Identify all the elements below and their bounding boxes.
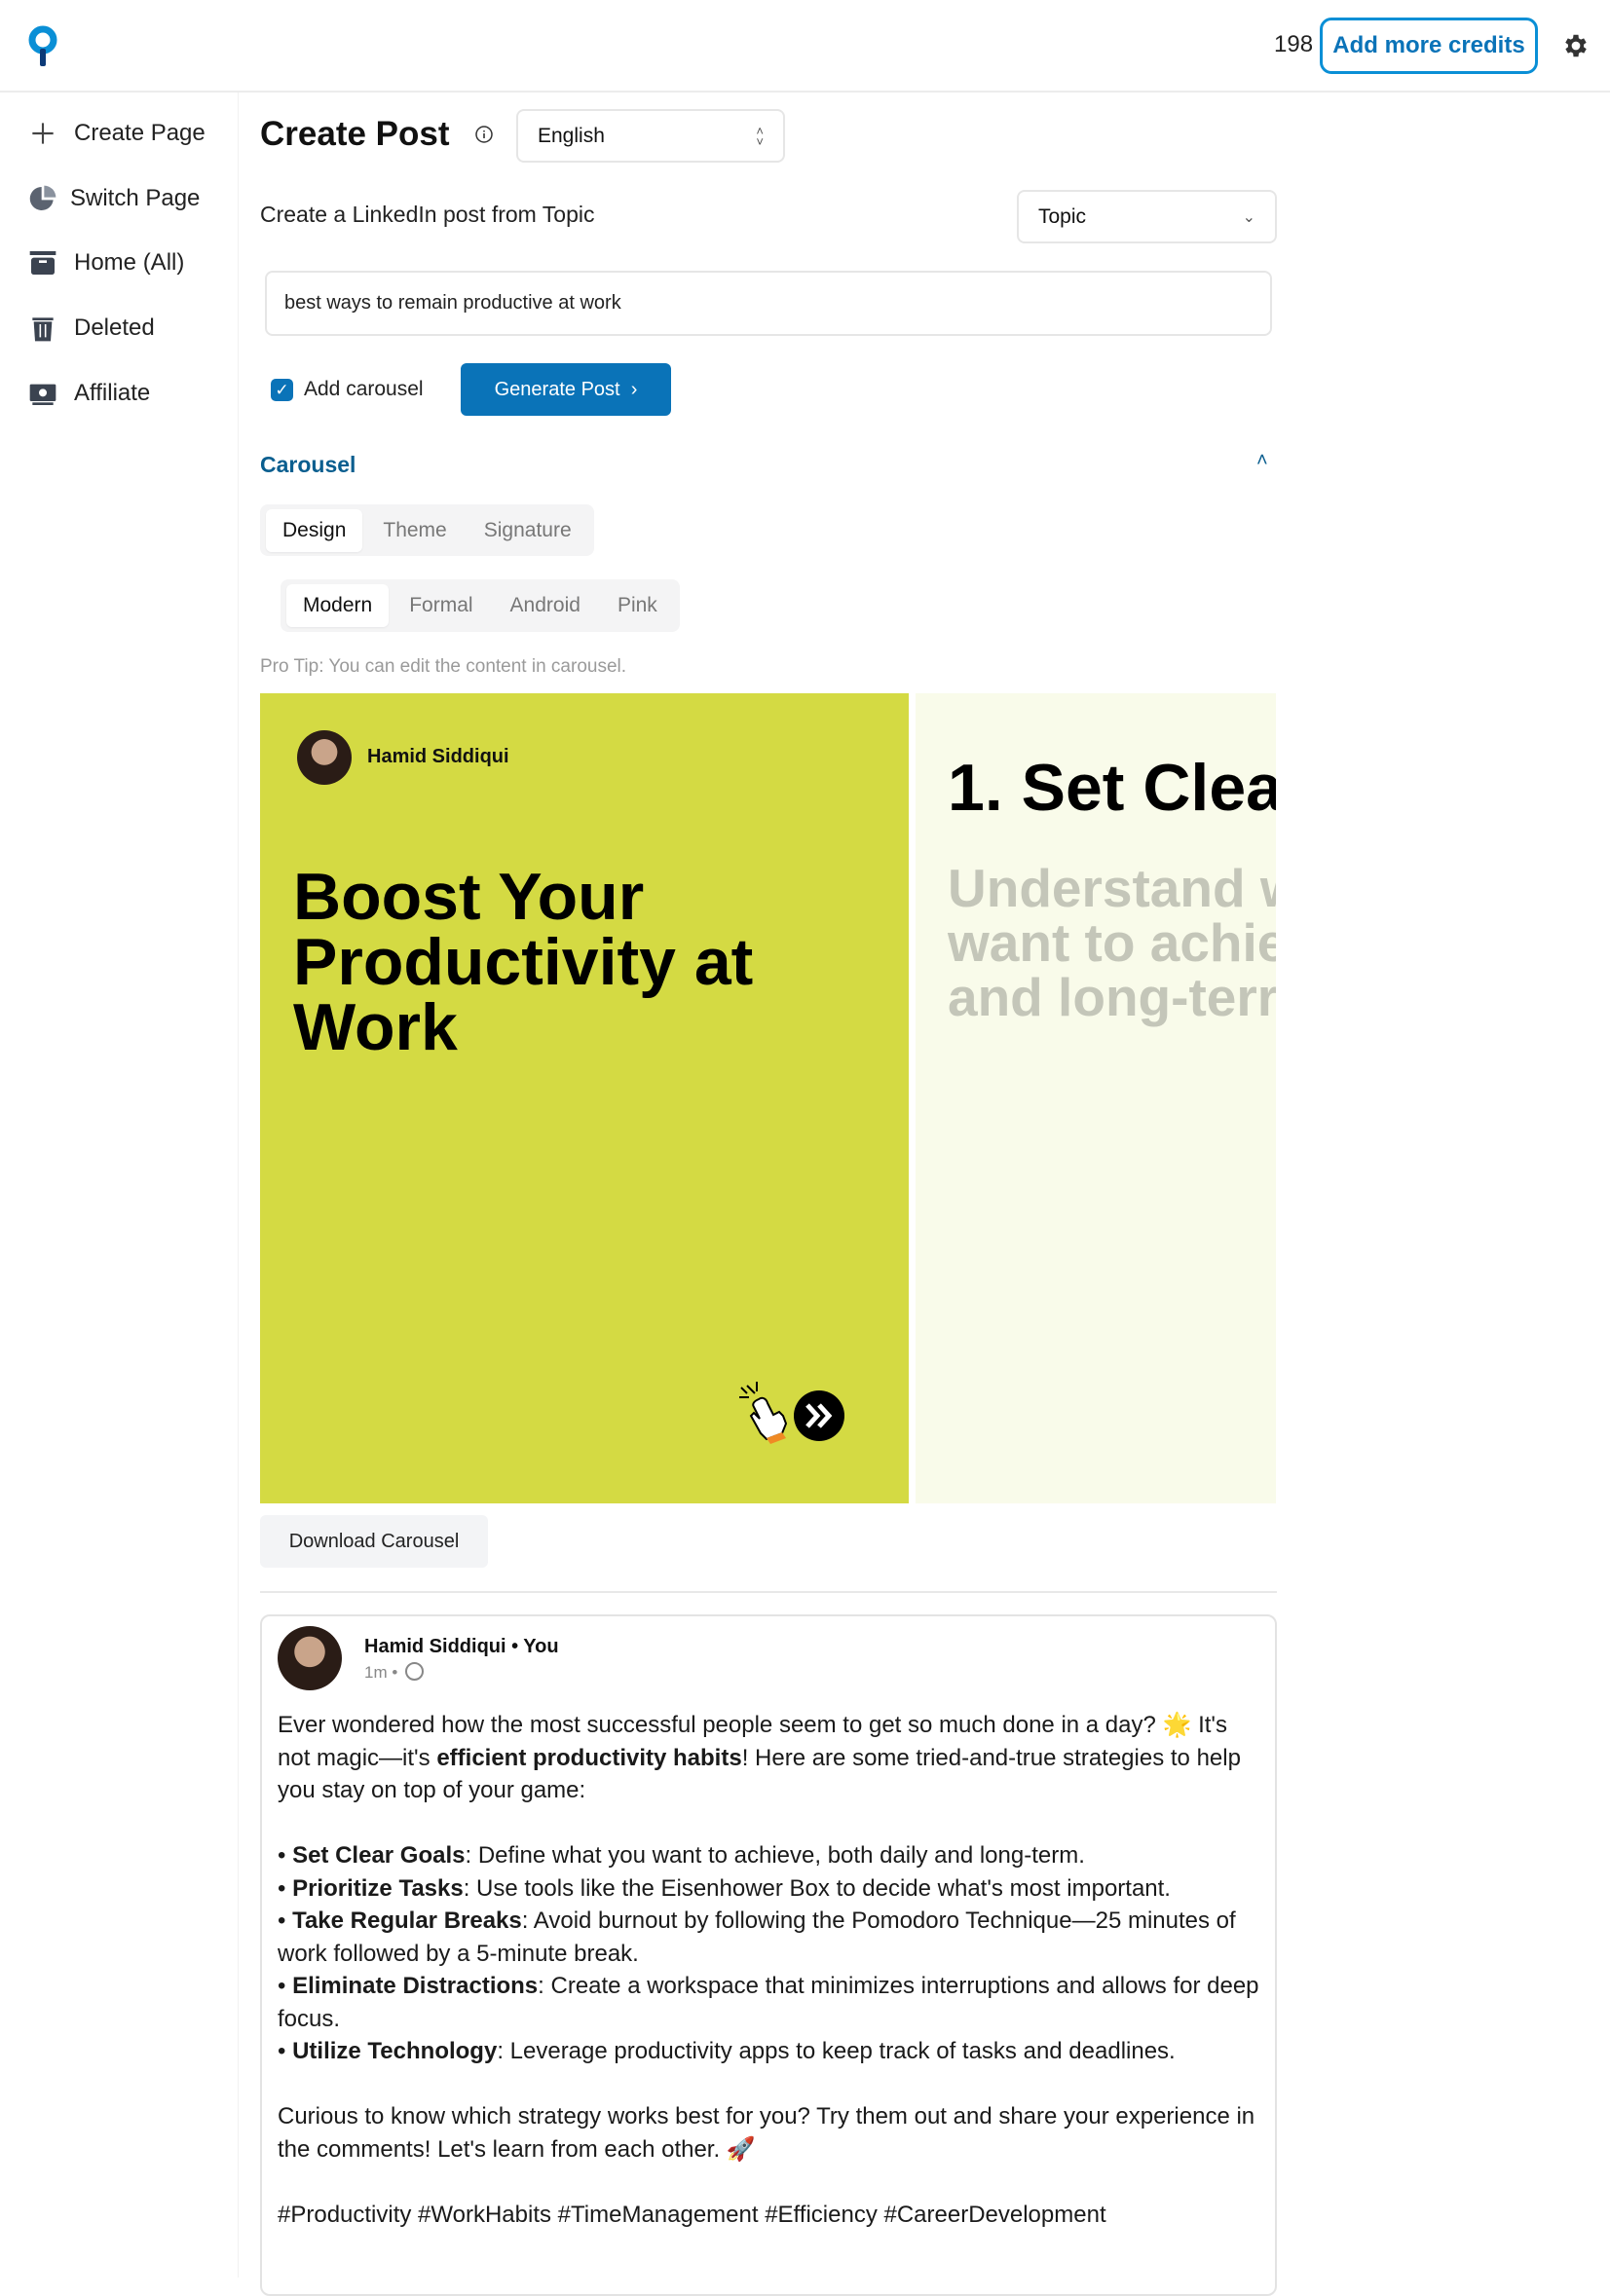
sidebar-item-label: Deleted: [74, 315, 155, 341]
sidebar-item-affiliate[interactable]: Affiliate: [27, 374, 150, 413]
generate-post-button[interactable]: Generate Post ›: [461, 363, 671, 416]
plus-icon: [32, 123, 54, 144]
bullet: • Set Clear Goals: Define what you want …: [278, 1842, 1085, 1869]
carousel-slide-1[interactable]: Hamid Siddiqui Boost Your Productivity a…: [260, 693, 909, 1503]
info-icon[interactable]: [474, 125, 494, 144]
style-tabs: Modern Formal Android Pink: [281, 579, 680, 632]
post-intro: Ever wondered how the most successful pe…: [278, 1709, 1263, 1807]
chevron-up-icon[interactable]: ˄: [1256, 450, 1268, 472]
language-select[interactable]: English ˄ ˅: [516, 109, 785, 163]
post-bullets: • Set Clear Goals: Define what you want …: [278, 1839, 1263, 2068]
chevron-down-icon: ⌄: [1242, 208, 1255, 226]
style-pink[interactable]: Pink: [601, 584, 674, 627]
sidebar-item-create-page[interactable]: Create Page: [27, 114, 206, 153]
slide-author: Hamid Siddiqui: [367, 746, 509, 767]
bullet-title: Take Regular Breaks: [292, 1907, 522, 1934]
source-label: Create a LinkedIn post from Topic: [260, 202, 595, 227]
archive-icon: [29, 251, 56, 275]
generate-post-label: Generate Post: [494, 378, 620, 400]
bullet-text: : Define what you want to achieve, both …: [465, 1842, 1085, 1869]
post-time: 1m •: [364, 1663, 398, 1682]
add-carousel-label: Add carousel: [304, 378, 424, 400]
sidebar-item-label: Create Page: [74, 120, 206, 146]
language-value: English: [538, 124, 605, 147]
bullet-text: : Leverage productivity apps to keep tra…: [497, 2038, 1176, 2064]
sidebar-item-switch-page[interactable]: Switch Page: [27, 179, 200, 218]
post-author: Hamid Siddiqui • You: [364, 1636, 559, 1657]
download-carousel-button[interactable]: Download Carousel: [260, 1515, 488, 1568]
tab-theme[interactable]: Theme: [366, 509, 463, 552]
avatar: [297, 730, 352, 785]
bullet: • Utilize Technology: Leverage productiv…: [278, 2038, 1176, 2064]
pro-tip: Pro Tip: You can edit the content in car…: [260, 656, 627, 677]
style-modern[interactable]: Modern: [286, 584, 390, 627]
carousel-slide-2[interactable]: 1. Set Clea Understand w want to achie a…: [916, 693, 1276, 1503]
money-icon: [29, 384, 56, 405]
pie-chart-icon: [29, 185, 56, 210]
bullet: • Take Regular Breaks: Avoid burnout by …: [278, 1907, 1236, 1967]
sidebar-item-label: Affiliate: [74, 380, 151, 406]
slide-title: Boost Your Productivity at Work: [293, 860, 754, 1064]
carousel-heading: Carousel: [260, 452, 356, 477]
tab-signature[interactable]: Signature: [468, 509, 588, 552]
add-credits-button[interactable]: Add more credits: [1320, 18, 1538, 74]
bullet: • Prioritize Tasks: Use tools like the E…: [278, 1874, 1171, 1902]
sidebar: Create Page Switch Page Home (All) Delet…: [0, 93, 239, 2277]
chevron-up-down-icon: ˄ ˅: [756, 123, 764, 149]
bullet-title: Prioritize Tasks: [292, 1874, 464, 1902]
gear-icon[interactable]: [1561, 31, 1591, 60]
bullet-title: Set Clear Goals: [292, 1842, 466, 1869]
tab-design[interactable]: Design: [266, 508, 363, 552]
add-carousel-checkbox[interactable]: ✓: [271, 379, 293, 401]
post-closing: Curious to know which strategy works bes…: [278, 2103, 1255, 2163]
trash-icon: [32, 317, 54, 342]
source-type-value: Topic: [1038, 204, 1087, 228]
slide-text: Understand w want to achie and long-terr: [948, 858, 1276, 1027]
bullet: • Eliminate Distractions: Create a works…: [278, 1973, 1259, 2032]
page-title: Create Post: [260, 115, 450, 153]
style-android[interactable]: Android: [494, 584, 597, 627]
sidebar-item-deleted[interactable]: Deleted: [27, 309, 155, 348]
bullet-title: Eliminate Distractions: [292, 1973, 539, 1999]
bullet-title: Utilize Technology: [292, 2038, 498, 2064]
logo-icon[interactable]: [27, 25, 58, 68]
slide-title: 1. Set Clea: [948, 751, 1276, 825]
post-body[interactable]: Ever wondered how the most successful pe…: [278, 1709, 1263, 2264]
top-bar: 198 Add more credits: [0, 0, 1610, 93]
bold-text: efficient productivity habits: [436, 1744, 742, 1771]
source-type-select[interactable]: Topic ⌄: [1017, 190, 1277, 243]
credits-count: 198: [1274, 31, 1314, 57]
sidebar-item-home[interactable]: Home (All): [27, 243, 184, 282]
bullet-text: : Use tools like the Eisenhower Box to d…: [463, 1874, 1171, 1902]
style-formal[interactable]: Formal: [393, 584, 489, 627]
sidebar-item-label: Switch Page: [70, 185, 201, 211]
avatar: [278, 1626, 342, 1690]
carousel-tabs: Design Theme Signature: [260, 504, 594, 556]
post-hashtags: #Productivity #WorkHabits #TimeManagemen…: [278, 2201, 1106, 2228]
topic-input[interactable]: [265, 271, 1272, 336]
globe-icon: [405, 1662, 424, 1681]
divider: [260, 1591, 1277, 1593]
sidebar-item-label: Home (All): [74, 249, 185, 276]
swipe-hand-icon: [739, 1382, 844, 1444]
